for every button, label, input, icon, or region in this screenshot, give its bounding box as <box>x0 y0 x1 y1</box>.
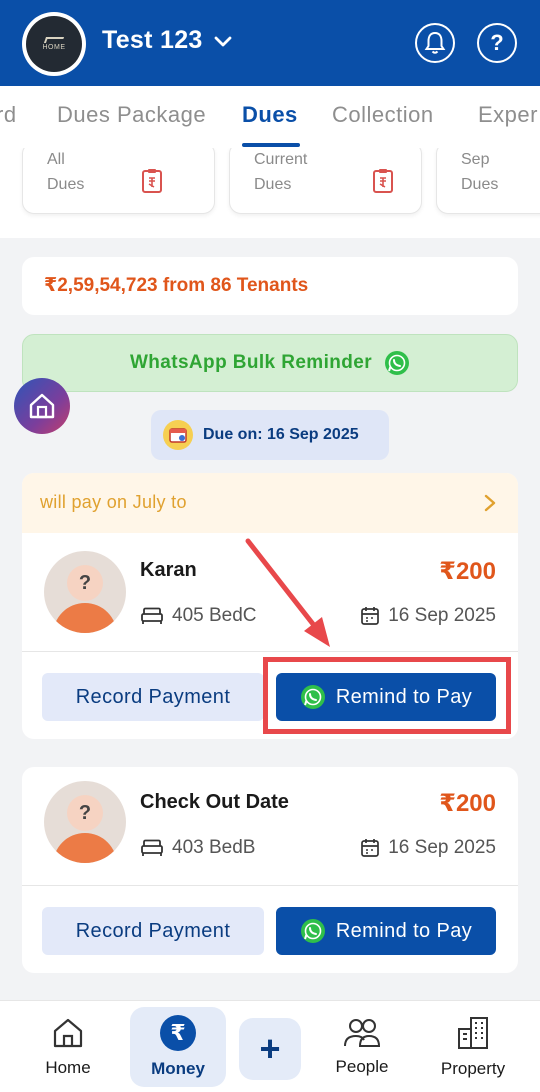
nav-home-label: Home <box>45 1058 91 1077</box>
whatsapp-icon <box>300 919 325 943</box>
tab-collection[interactable]: Collection <box>332 102 434 128</box>
due-date-text: 16 Sep 2025 <box>388 605 496 626</box>
bulk-reminder-label: WhatsApp Bulk Reminder <box>129 352 373 373</box>
annotation-highlight-box <box>263 657 511 734</box>
app-header: HOME Test 123 ? <box>0 0 540 86</box>
notifications-button[interactable] <box>415 23 455 63</box>
room-bed: 403 BedB <box>140 837 255 859</box>
payment-promise-banner[interactable]: will pay on July to <box>22 473 518 533</box>
calendar-icon <box>163 420 193 450</box>
bed-icon <box>141 607 163 624</box>
receipt-icon <box>142 169 162 193</box>
dues-total-card: ₹2,59,54,723 from 86 Tenants <box>22 257 518 315</box>
logo-image: HOME <box>26 16 82 72</box>
chevron-down-icon[interactable] <box>212 30 234 52</box>
home-icon <box>29 393 55 419</box>
all-dues-label-2: Dues <box>47 176 85 193</box>
whatsapp-icon <box>385 351 410 375</box>
due-date: 16 Sep 2025 <box>360 605 496 627</box>
record-payment-button[interactable]: Record Payment <box>42 673 264 721</box>
annotation-arrow-icon <box>245 538 330 647</box>
building-icon <box>458 1017 488 1049</box>
bell-icon <box>424 31 446 54</box>
tab-bar: rd Dues Package Dues Collection Exper <box>0 86 540 148</box>
floating-home-button[interactable] <box>14 378 70 434</box>
nav-people[interactable]: People <box>322 1001 402 1092</box>
logo-text: HOME <box>42 44 66 51</box>
property-logo-avatar[interactable]: HOME <box>22 12 86 76</box>
unknown-person-icon: ? <box>67 565 103 601</box>
nav-people-label: People <box>335 1057 389 1076</box>
tab-expenses[interactable]: Exper <box>478 102 538 128</box>
current-dues-label-1: Current <box>254 151 308 168</box>
active-tab-indicator <box>242 143 300 147</box>
home-icon <box>53 1018 83 1048</box>
due-amount: ₹200 <box>439 790 496 817</box>
tab-dues-package[interactable]: Dues Package <box>57 102 206 128</box>
sep-dues-card[interactable]: Sep Dues <box>436 148 540 214</box>
nav-property-label: Property <box>440 1059 506 1078</box>
due-date-chip: Due on: 16 Sep 2025 <box>151 410 389 460</box>
tenant-avatar: ? <box>44 781 126 863</box>
dues-total-text: ₹2,59,54,723 from 86 Tenants <box>44 275 309 296</box>
people-icon <box>344 1019 381 1047</box>
due-date-label: Due on: 16 Sep 2025 <box>203 426 359 443</box>
remind-to-pay-button[interactable]: Remind to Pay <box>276 907 496 955</box>
add-button[interactable]: + <box>239 1018 301 1080</box>
nav-money-label: Money <box>151 1059 205 1078</box>
chevron-right-icon <box>484 494 496 512</box>
sep-dues-label-2: Dues <box>461 176 499 193</box>
room-bed-label: 403 BedB <box>172 837 256 858</box>
all-dues-card[interactable]: All Dues <box>22 148 215 214</box>
due-amount: ₹200 <box>439 558 496 585</box>
due-date: 16 Sep 2025 <box>360 837 496 859</box>
payment-promise-text: will pay on July to <box>40 492 187 512</box>
rupee-icon: ₹ <box>160 1015 196 1051</box>
due-date-text: 16 Sep 2025 <box>388 837 496 858</box>
tab-dues[interactable]: Dues <box>242 102 298 128</box>
remind-to-pay-label: Remind to Pay <box>335 919 473 942</box>
all-dues-label-1: All <box>47 151 65 168</box>
current-dues-card[interactable]: Current Dues <box>229 148 422 214</box>
sep-dues-label-1: Sep <box>461 151 490 168</box>
bed-icon <box>141 839 163 856</box>
tenant-name: Check Out Date <box>140 791 289 813</box>
unknown-person-icon: ? <box>67 795 103 831</box>
bottom-navigation: Home ₹ Money + People Property <box>0 1000 540 1092</box>
help-button[interactable]: ? <box>477 23 517 63</box>
calendar-icon <box>361 839 380 857</box>
tenant-avatar: ? <box>44 551 126 633</box>
tenant-name: Karan <box>140 559 197 581</box>
tenant-info[interactable]: ? Check Out Date ₹200 403 BedB 16 Sep 20… <box>22 767 518 885</box>
receipt-icon <box>373 169 393 193</box>
whatsapp-bulk-reminder-button[interactable]: WhatsApp Bulk Reminder <box>22 334 518 392</box>
current-dues-label-2: Dues <box>254 176 292 193</box>
record-payment-button[interactable]: Record Payment <box>42 907 264 955</box>
dues-summary-strip: All Dues Current Dues Sep Dues <box>0 148 540 238</box>
nav-property[interactable]: Property <box>428 1001 518 1092</box>
tenant-actions: Record Payment Remind to Pay <box>22 886 518 973</box>
calendar-icon <box>361 607 380 625</box>
nav-home[interactable]: Home <box>28 1001 108 1092</box>
tab-rd[interactable]: rd <box>0 102 17 128</box>
nav-money[interactable]: ₹ Money <box>130 1007 226 1087</box>
tenant-card: ? Check Out Date ₹200 403 BedB 16 Sep 20… <box>22 767 518 973</box>
property-name[interactable]: Test 123 <box>102 26 203 55</box>
question-mark-icon: ? <box>490 30 504 55</box>
